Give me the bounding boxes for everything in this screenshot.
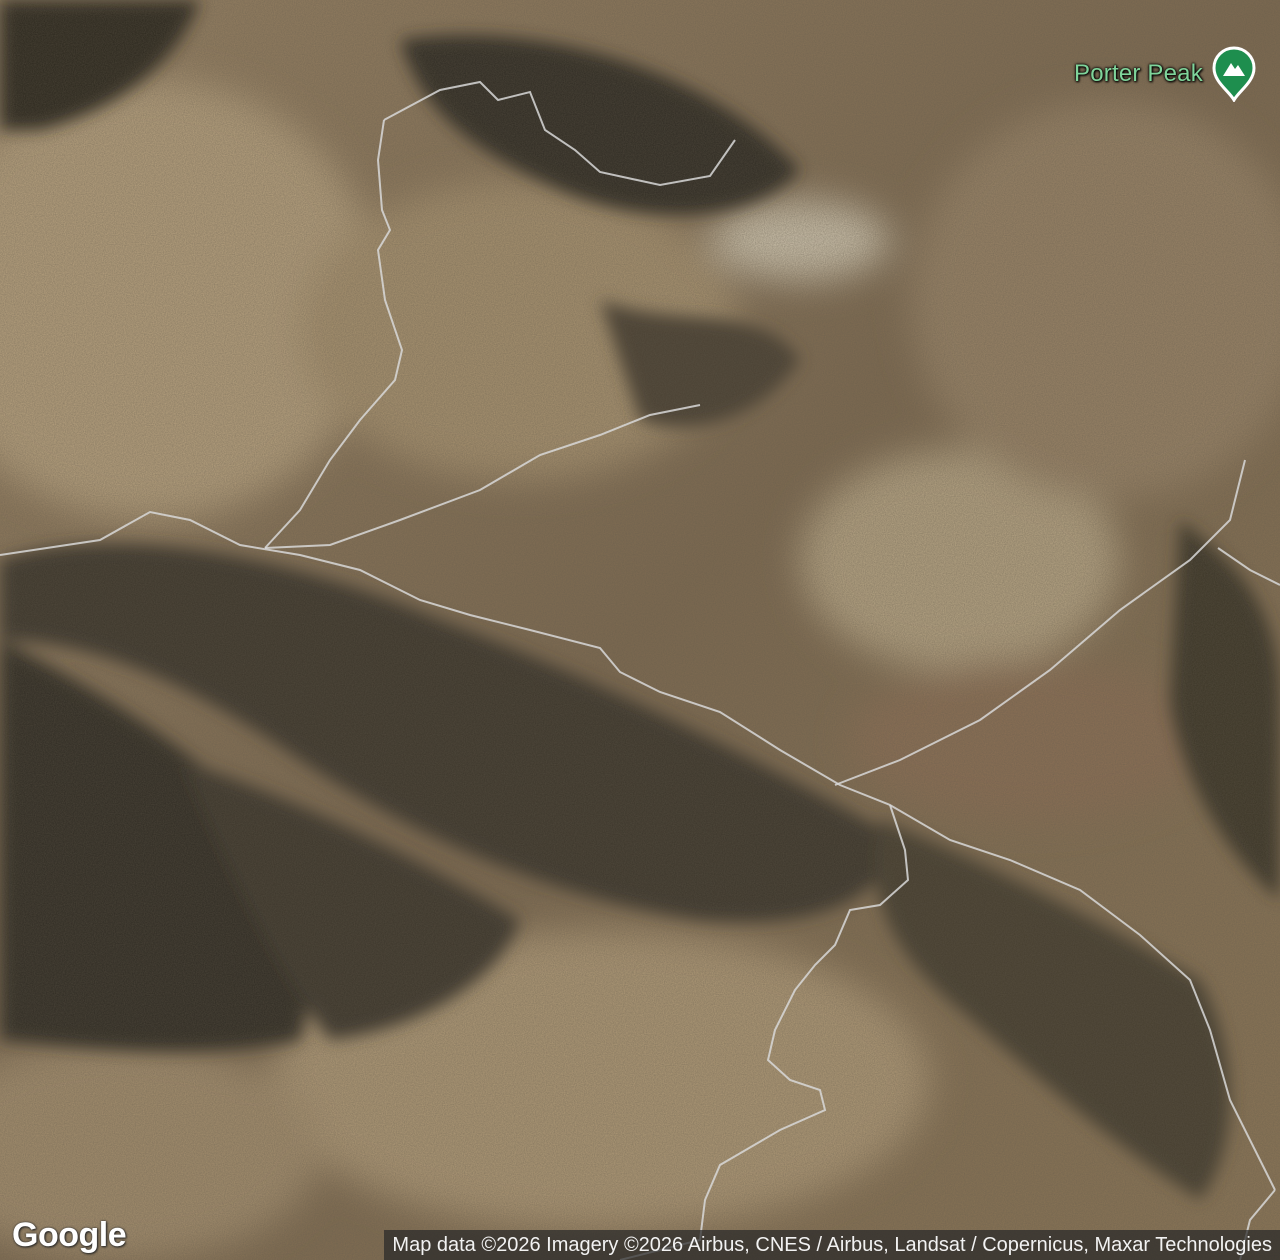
poi-label: Porter Peak [1074, 60, 1203, 87]
mountain-peak-icon[interactable] [1211, 46, 1257, 104]
google-logo: Google [12, 1216, 127, 1254]
map-attribution[interactable]: Map data ©2026 Imagery ©2026 Airbus, CNE… [384, 1230, 1280, 1260]
poi-porter-peak[interactable]: Porter Peak [1074, 46, 1257, 104]
satellite-map[interactable] [0, 0, 1280, 1260]
terrain-imagery [0, 0, 1280, 1260]
